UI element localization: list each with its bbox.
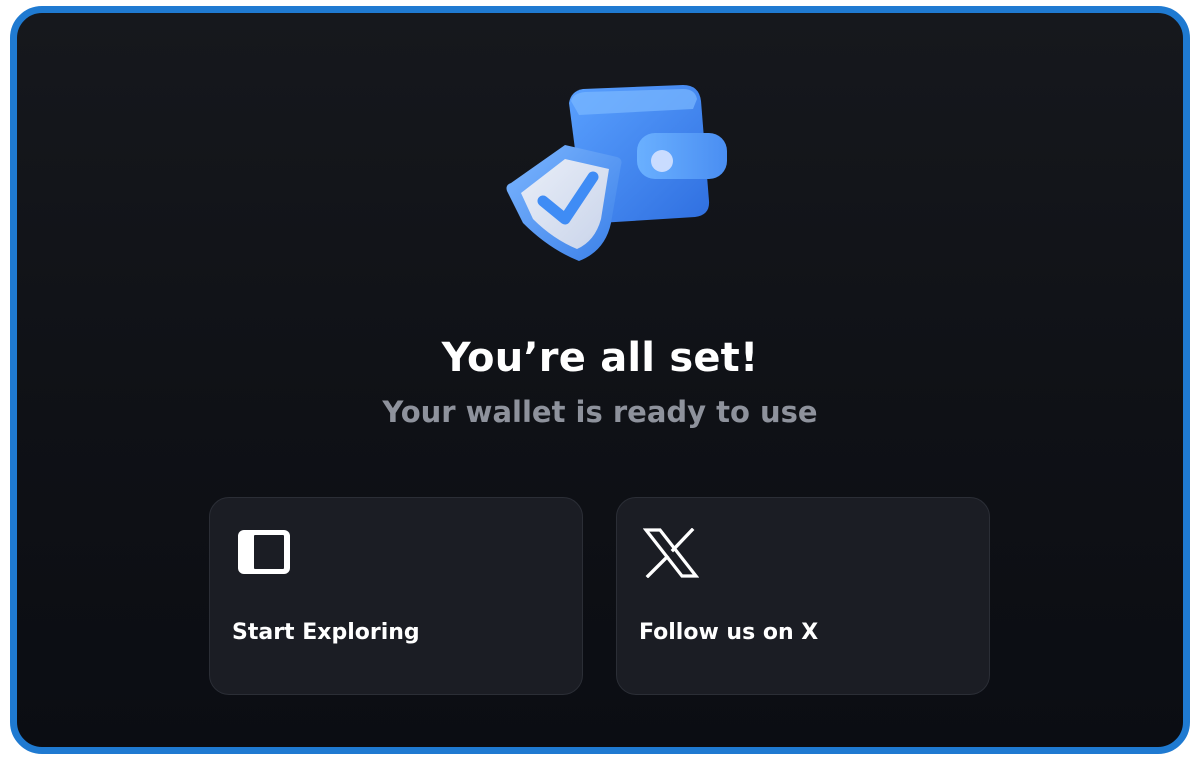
page-subtitle: Your wallet is ready to use	[382, 395, 818, 429]
onboarding-complete-window: You’re all set! Your wallet is ready to …	[10, 6, 1190, 754]
sidebar-panel-icon	[238, 530, 290, 574]
wallet-shield-icon	[506, 85, 727, 261]
page-title: You’re all set!	[441, 335, 759, 381]
follow-on-x-label: Follow us on X	[639, 620, 819, 645]
start-exploring-card[interactable]: Start Exploring	[209, 497, 583, 695]
x-logo-icon	[643, 528, 699, 578]
start-exploring-label: Start Exploring	[232, 620, 420, 645]
follow-on-x-card[interactable]: Follow us on X	[616, 497, 990, 695]
